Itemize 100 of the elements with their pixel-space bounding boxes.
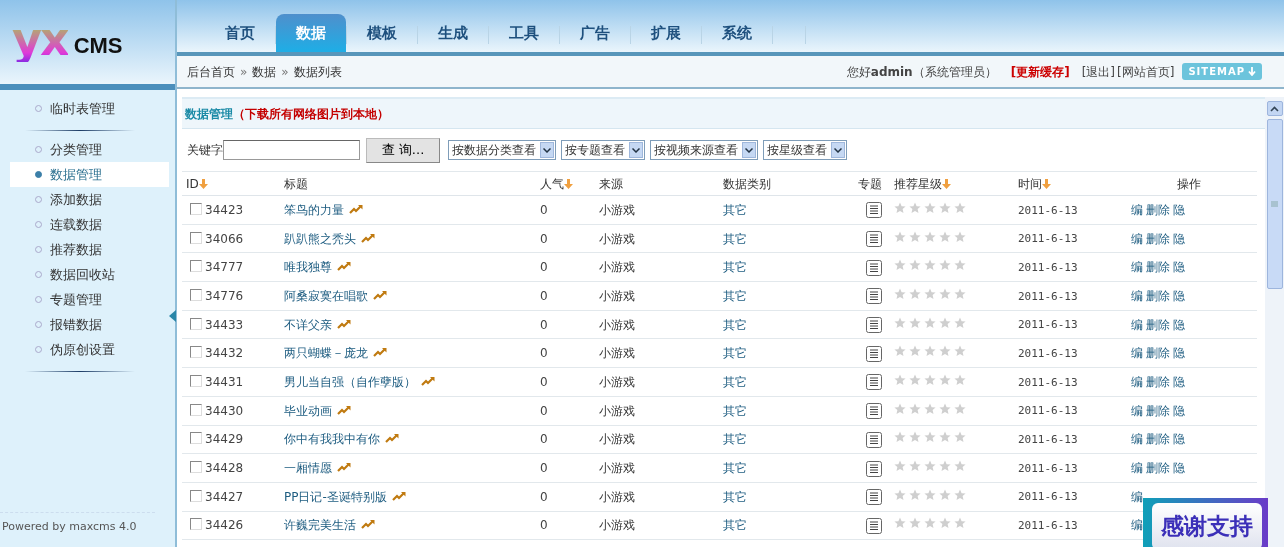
action-link[interactable]: 编	[1131, 317, 1143, 332]
star-rating[interactable]	[894, 488, 966, 501]
star-icon[interactable]	[894, 488, 906, 501]
scroll-up-button[interactable]	[1266, 101, 1283, 116]
category-link[interactable]: 其它	[723, 403, 747, 418]
star-icon[interactable]	[954, 460, 966, 473]
keyword-input[interactable]	[223, 140, 360, 160]
document-icon[interactable]	[866, 431, 882, 448]
collapse-arrow-icon[interactable]	[169, 310, 176, 322]
category-link[interactable]: 其它	[723, 432, 747, 447]
sidebar-item[interactable]: 数据管理	[10, 162, 169, 187]
title-link[interactable]: 毕业动画	[284, 403, 332, 418]
filter-select[interactable]: 按视频来源查看	[650, 140, 758, 160]
sidebar-item[interactable]: 推荐数据	[10, 237, 169, 262]
star-icon[interactable]	[894, 517, 906, 530]
star-icon[interactable]	[894, 460, 906, 473]
action-link[interactable]: 编	[1131, 432, 1143, 447]
star-icon[interactable]	[909, 460, 921, 473]
action-link[interactable]: 编	[1131, 288, 1143, 303]
document-icon[interactable]	[866, 259, 882, 276]
row-checkbox[interactable]	[190, 461, 202, 474]
star-icon[interactable]	[939, 230, 951, 243]
star-icon[interactable]	[909, 230, 921, 243]
search-button[interactable]: 查 询...	[366, 137, 440, 163]
action-link[interactable]: 隐	[1173, 432, 1185, 447]
category-link[interactable]: 其它	[723, 202, 747, 217]
scrollbar-thumb[interactable]	[1266, 119, 1283, 289]
star-icon[interactable]	[939, 373, 951, 386]
nav-tab[interactable]: 广告	[560, 14, 630, 52]
row-checkbox[interactable]	[190, 432, 202, 445]
row-checkbox[interactable]	[190, 374, 202, 387]
action-link[interactable]: 隐	[1173, 231, 1185, 246]
star-icon[interactable]	[954, 488, 966, 501]
sidebar-item[interactable]: 临时表管理	[10, 96, 169, 121]
breadcrumb-link[interactable]: 数据列表	[293, 62, 342, 81]
action-link[interactable]: 删除	[1146, 288, 1170, 303]
refresh-cache-link[interactable]: [更新缓存]	[1010, 62, 1070, 81]
document-icon[interactable]	[866, 489, 882, 506]
document-icon[interactable]	[866, 202, 882, 219]
document-icon[interactable]	[866, 374, 882, 391]
star-icon[interactable]	[939, 488, 951, 501]
star-icon[interactable]	[924, 316, 936, 329]
sort-arrow-icon[interactable]	[198, 179, 208, 189]
sidebar-item[interactable]: 连载数据	[10, 212, 169, 237]
row-checkbox[interactable]	[190, 518, 202, 531]
category-link[interactable]: 其它	[723, 231, 747, 246]
star-icon[interactable]	[924, 460, 936, 473]
star-icon[interactable]	[954, 201, 966, 214]
document-icon[interactable]	[866, 517, 882, 534]
star-icon[interactable]	[954, 373, 966, 386]
star-icon[interactable]	[894, 345, 906, 358]
action-link[interactable]: 删除	[1146, 403, 1170, 418]
sort-arrow-icon[interactable]	[942, 179, 951, 189]
star-icon[interactable]	[939, 259, 951, 272]
action-link[interactable]: 删除	[1146, 231, 1170, 246]
title-link[interactable]: PP日记-圣诞特别版	[284, 489, 387, 504]
star-icon[interactable]	[909, 517, 921, 530]
star-icon[interactable]	[909, 431, 921, 444]
action-link[interactable]: 删除	[1146, 260, 1170, 275]
star-icon[interactable]	[939, 287, 951, 300]
sidebar-item[interactable]: 分类管理	[10, 137, 169, 162]
action-link[interactable]: 编	[1131, 260, 1143, 275]
title-link[interactable]: 一厢情愿	[284, 461, 332, 476]
star-icon[interactable]	[909, 201, 921, 214]
row-checkbox[interactable]	[190, 346, 202, 359]
action-link[interactable]: 隐	[1173, 346, 1185, 361]
action-link[interactable]: 隐	[1173, 288, 1185, 303]
star-icon[interactable]	[954, 259, 966, 272]
star-icon[interactable]	[909, 373, 921, 386]
star-rating[interactable]	[894, 230, 966, 243]
document-icon[interactable]	[866, 231, 882, 248]
action-link[interactable]: 编	[1131, 461, 1143, 476]
title-link[interactable]: 唯我独尊	[284, 260, 332, 275]
row-checkbox[interactable]	[190, 317, 202, 330]
star-rating[interactable]	[894, 517, 966, 530]
sidebar-item[interactable]: 添加数据	[10, 187, 169, 212]
star-icon[interactable]	[924, 431, 936, 444]
star-icon[interactable]	[924, 373, 936, 386]
action-link[interactable]: 删除	[1146, 202, 1170, 217]
action-link[interactable]: 隐	[1173, 403, 1185, 418]
action-link[interactable]: 隐	[1173, 260, 1185, 275]
star-rating[interactable]	[894, 431, 966, 444]
title-link[interactable]: 不详父亲	[284, 317, 332, 332]
sort-arrow-icon[interactable]	[1042, 179, 1051, 189]
star-icon[interactable]	[924, 345, 936, 358]
action-link[interactable]: 删除	[1146, 461, 1170, 476]
star-icon[interactable]	[939, 345, 951, 358]
category-link[interactable]: 其它	[723, 317, 747, 332]
star-icon[interactable]	[924, 287, 936, 300]
row-checkbox[interactable]	[190, 288, 202, 301]
category-link[interactable]: 其它	[723, 374, 747, 389]
star-icon[interactable]	[939, 460, 951, 473]
category-link[interactable]: 其它	[723, 461, 747, 476]
title-link[interactable]: 笨鸟的力量	[284, 202, 344, 217]
star-rating[interactable]	[894, 460, 966, 473]
action-link[interactable]: 隐	[1173, 317, 1185, 332]
star-icon[interactable]	[894, 201, 906, 214]
header-link[interactable]: [网站首页]	[1117, 62, 1175, 81]
star-icon[interactable]	[909, 345, 921, 358]
star-rating[interactable]	[894, 316, 966, 329]
